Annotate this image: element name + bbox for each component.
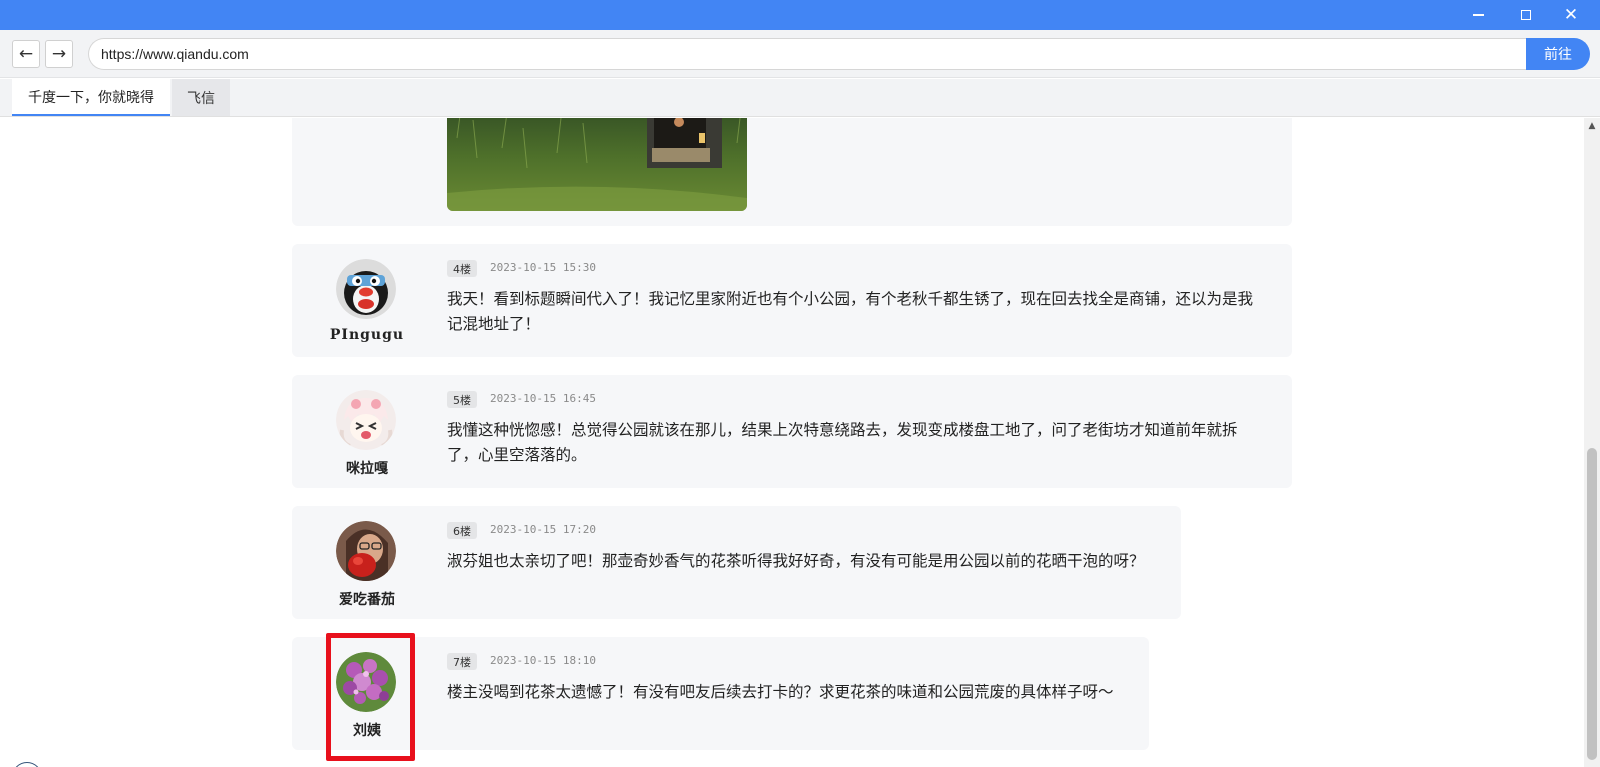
person-avatar-icon bbox=[336, 521, 396, 581]
post-image[interactable] bbox=[447, 118, 747, 211]
maximize-icon bbox=[1521, 10, 1531, 20]
username[interactable]: 刘姨 bbox=[292, 720, 442, 740]
penguin-avatar-icon bbox=[336, 259, 396, 319]
post-content: 我天！看到标题瞬间代入了！我记忆里家附近也有个小公园，有个老秋千都生锈了，现在回… bbox=[447, 290, 1254, 333]
post-timestamp: 2023-10-15 17:20 bbox=[490, 523, 596, 536]
post-card-prev bbox=[292, 118, 1292, 226]
address-bar[interactable] bbox=[88, 38, 1528, 70]
tab-qiandu[interactable]: 千度一下，你就晓得 bbox=[12, 79, 170, 116]
flowers-avatar-icon bbox=[336, 652, 396, 712]
navigation-bar: ← → 前往 bbox=[0, 30, 1600, 78]
back-button[interactable]: ← bbox=[12, 40, 40, 68]
forward-button[interactable]: → bbox=[45, 40, 73, 68]
arrow-right-icon: → bbox=[51, 44, 67, 64]
window-title-bar: ✕ bbox=[0, 0, 1600, 30]
floor-badge: 7楼 bbox=[447, 653, 477, 670]
close-button[interactable]: ✕ bbox=[1549, 0, 1593, 30]
floating-avatar[interactable] bbox=[12, 762, 42, 767]
post-card-floor-7: 刘姨 7楼 2023-10-15 18:10 楼主没喝到花茶太遗憾了！有没有吧友… bbox=[292, 637, 1149, 750]
post-card-floor-6: 爱吃番茄 6楼 2023-10-15 17:20 淑芬姐也太亲切了吧！那壶奇妙香… bbox=[292, 506, 1181, 619]
post-timestamp: 2023-10-15 18:10 bbox=[490, 654, 596, 667]
username[interactable]: 爱吃番茄 bbox=[292, 589, 442, 609]
maximize-button[interactable] bbox=[1504, 0, 1548, 30]
post-card-floor-4: PIngugu 4楼 2023-10-15 15:30 我天！看到标题瞬间代入了… bbox=[292, 244, 1292, 357]
floor-badge: 4楼 bbox=[447, 260, 477, 277]
anime-girl-avatar-icon bbox=[336, 390, 396, 450]
floor-badge: 6楼 bbox=[447, 522, 477, 539]
post-timestamp: 2023-10-15 16:45 bbox=[490, 392, 596, 405]
user-avatar[interactable] bbox=[336, 652, 396, 712]
scroll-up-arrow-icon[interactable]: ▲ bbox=[1584, 118, 1600, 134]
scrollbar-thumb[interactable] bbox=[1587, 448, 1597, 760]
close-icon: ✕ bbox=[1563, 4, 1579, 25]
user-avatar[interactable] bbox=[336, 390, 396, 450]
post-content: 楼主没喝到花茶太遗憾了！有没有吧友后续去打卡的？求更花茶的味道和公园荒废的具体样… bbox=[447, 683, 1114, 701]
post-card-floor-5: 咪拉嘎 5楼 2023-10-15 16:45 我懂这种恍惚感！总觉得公园就该在… bbox=[292, 375, 1292, 488]
post-content: 淑芬姐也太亲切了吧！那壶奇妙香气的花茶听得我好好奇，有没有可能是用公园以前的花晒… bbox=[447, 552, 1145, 570]
floor-badge: 5楼 bbox=[447, 391, 477, 408]
minimize-icon bbox=[1472, 14, 1484, 16]
tab-bar: 千度一下，你就晓得 飞信 bbox=[0, 79, 1600, 117]
arrow-left-icon: ← bbox=[18, 44, 34, 64]
post-timestamp: 2023-10-15 15:30 bbox=[490, 261, 596, 274]
user-avatar[interactable] bbox=[336, 521, 396, 581]
page-content: PIngugu 4楼 2023-10-15 15:30 我天！看到标题瞬间代入了… bbox=[0, 118, 1584, 767]
post-content: 我懂这种恍惚感！总觉得公园就该在那儿，结果上次特意绕路去，发现变成楼盘工地了，问… bbox=[447, 421, 1238, 464]
user-avatar[interactable] bbox=[336, 259, 396, 319]
vertical-scrollbar[interactable]: ▲ bbox=[1584, 118, 1600, 767]
username[interactable]: PIngugu bbox=[292, 327, 442, 343]
minimize-button[interactable] bbox=[1456, 0, 1500, 30]
tab-feixin[interactable]: 飞信 bbox=[172, 79, 230, 116]
go-button[interactable]: 前往 bbox=[1526, 38, 1590, 70]
username[interactable]: 咪拉嘎 bbox=[292, 458, 442, 478]
grassland-kiosk-image bbox=[447, 118, 747, 211]
